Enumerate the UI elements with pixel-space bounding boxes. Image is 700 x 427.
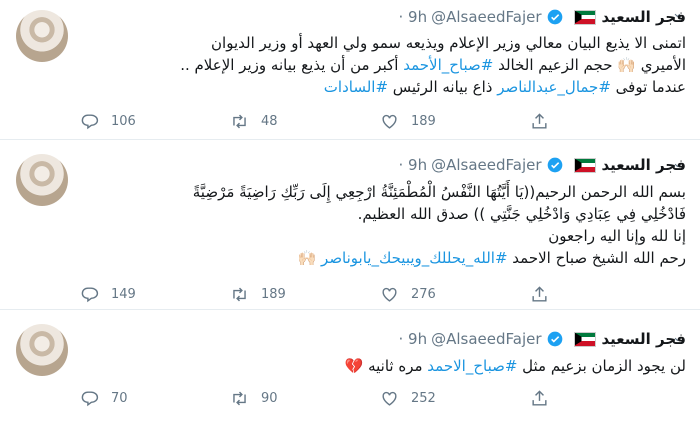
share-icon xyxy=(532,285,547,302)
tweet-text-span: اتمنى الا يذيع البيان معالي وزير الإعلام… xyxy=(211,34,686,52)
tweet-actions: 70 90 252 xyxy=(80,386,600,410)
hashtag-link[interactable]: #الله_يحللك_ويبيحك_يابوناصر xyxy=(321,249,507,267)
hashtag-link[interactable]: #صباح_الأحمد xyxy=(403,56,493,74)
reply-button[interactable]: 106 xyxy=(80,112,230,131)
share-button[interactable] xyxy=(530,389,561,408)
heart-icon xyxy=(382,391,397,406)
kuwait-flag-icon xyxy=(573,331,596,347)
tweet-text-span: الأميري 🙌🏻 حجم الزعيم الخالد xyxy=(493,56,686,74)
reply-count: 106 xyxy=(111,113,136,129)
retweet-icon xyxy=(233,114,246,128)
tweet-text-span: أكبر من أن يذيع بيانه وزير الإعلام .. xyxy=(180,56,404,74)
tweet-text-span: 🙌🏻 xyxy=(297,249,322,267)
reply-button[interactable]: 149 xyxy=(80,285,230,304)
tweet-time[interactable]: · 9h xyxy=(399,8,428,26)
tweet-line: اتمنى الا يذيع البيان معالي وزير الإعلام… xyxy=(80,32,686,54)
display-name[interactable]: فجر السعيد xyxy=(602,330,686,348)
tweet-line: بسم الله الرحمن الرحيم((يَا أَيَّتُهَا ا… xyxy=(80,181,686,203)
hashtag-link[interactable]: #صباح_الاحمد xyxy=(427,357,517,375)
display-name[interactable]: فجر السعيد xyxy=(602,8,686,26)
tweet-text-span: إنا لله وإنا اليه راجعون xyxy=(548,227,686,245)
tweet-3[interactable]: ⌄ فجر السعيد @AlsaeedFajer · 9h لن يجود … xyxy=(0,310,700,427)
tweet-text-span: بسم الله الرحمن الرحيم((يَا أَيَّتُهَا ا… xyxy=(192,183,686,201)
tweet-text-span: لن يجود الزمان بزعيم مثل xyxy=(517,357,686,375)
retweet-button[interactable]: 189 xyxy=(230,285,380,304)
tweet-text: اتمنى الا يذيع البيان معالي وزير الإعلام… xyxy=(80,32,686,98)
retweet-button[interactable]: 48 xyxy=(230,112,380,131)
reply-count: 149 xyxy=(111,286,136,302)
tweet-actions: 149 189 276 xyxy=(80,282,600,306)
avatar[interactable] xyxy=(16,10,68,62)
tweet-text-span: عندما توفى xyxy=(610,78,686,96)
like-count: 252 xyxy=(411,390,436,406)
tweet-header: فجر السعيد @AlsaeedFajer · 9h xyxy=(80,328,687,350)
tweet-actions: 106 48 189 xyxy=(80,109,600,133)
reply-icon xyxy=(81,286,99,302)
retweet-icon xyxy=(233,391,246,405)
avatar[interactable] xyxy=(16,324,68,376)
retweet-button[interactable]: 90 xyxy=(230,389,380,408)
tweet-text-span: رحم الله الشيخ صباح الاحمد xyxy=(507,249,686,267)
share-icon xyxy=(532,389,547,406)
tweet-1[interactable]: ⌄ فجر السعيد @AlsaeedFajer · 9h اتمنى ال… xyxy=(0,0,700,140)
tweet-line: لن يجود الزمان بزعيم مثل #صباح_الاحمد مر… xyxy=(80,355,686,377)
verified-badge-icon xyxy=(547,9,562,25)
like-button[interactable]: 189 xyxy=(380,112,530,131)
tweet-header: فجر السعيد @AlsaeedFajer · 9h xyxy=(80,154,687,176)
like-button[interactable]: 276 xyxy=(380,285,530,304)
tweet-line: فَادْخُلِي فِي عِبَادِي وَادْخُلِي جَنَّ… xyxy=(80,203,686,225)
user-handle[interactable]: @AlsaeedFajer xyxy=(431,8,541,26)
tweet-text-span: فَادْخُلِي فِي عِبَادِي وَادْخُلِي جَنَّ… xyxy=(357,205,686,223)
hashtag-link[interactable]: #السادات xyxy=(324,78,388,96)
retweet-count: 48 xyxy=(261,113,278,129)
like-count: 276 xyxy=(411,286,436,302)
verified-badge-icon xyxy=(547,331,562,347)
reply-button[interactable]: 70 xyxy=(80,389,230,408)
tweet-2[interactable]: ⌄ فجر السعيد @AlsaeedFajer · 9h بسم الله… xyxy=(0,140,700,310)
verified-badge-icon xyxy=(547,157,562,173)
reply-icon xyxy=(81,113,99,129)
like-button[interactable]: 252 xyxy=(380,389,530,408)
kuwait-flag-icon xyxy=(573,9,596,25)
like-count: 189 xyxy=(411,113,436,129)
avatar[interactable] xyxy=(16,154,68,206)
heart-icon xyxy=(382,114,397,129)
tweet-text-span: ذاع بيانه الرئيس xyxy=(388,78,498,96)
share-button[interactable] xyxy=(530,285,561,304)
user-handle[interactable]: @AlsaeedFajer xyxy=(431,330,541,348)
hashtag-link[interactable]: #جمال_عبدالناصر xyxy=(497,78,611,96)
kuwait-flag-icon xyxy=(573,157,596,173)
tweet-text: لن يجود الزمان بزعيم مثل #صباح_الاحمد مر… xyxy=(80,355,686,377)
retweet-icon xyxy=(233,287,246,301)
retweet-count: 90 xyxy=(261,390,278,406)
tweet-line: إنا لله وإنا اليه راجعون xyxy=(80,225,686,247)
share-button[interactable] xyxy=(530,112,561,131)
heart-icon xyxy=(382,287,397,302)
tweet-line: رحم الله الشيخ صباح الاحمد #الله_يحللك_و… xyxy=(80,247,686,269)
reply-icon xyxy=(81,390,99,406)
reply-count: 70 xyxy=(111,390,128,406)
tweet-time[interactable]: · 9h xyxy=(399,330,428,348)
tweet-time[interactable]: · 9h xyxy=(399,156,428,174)
share-icon xyxy=(532,112,547,129)
retweet-count: 189 xyxy=(261,286,286,302)
tweet-line: عندما توفى #جمال_عبدالناصر ذاع بيانه الر… xyxy=(80,76,686,98)
tweet-header: فجر السعيد @AlsaeedFajer · 9h xyxy=(80,6,687,28)
tweet-line: الأميري 🙌🏻 حجم الزعيم الخالد #صباح_الأحم… xyxy=(80,54,686,76)
user-handle[interactable]: @AlsaeedFajer xyxy=(431,156,541,174)
display-name[interactable]: فجر السعيد xyxy=(602,156,686,174)
tweet-text: بسم الله الرحمن الرحيم((يَا أَيَّتُهَا ا… xyxy=(80,181,686,269)
tweet-text-span: مره ثانيه 💔 xyxy=(344,357,428,375)
